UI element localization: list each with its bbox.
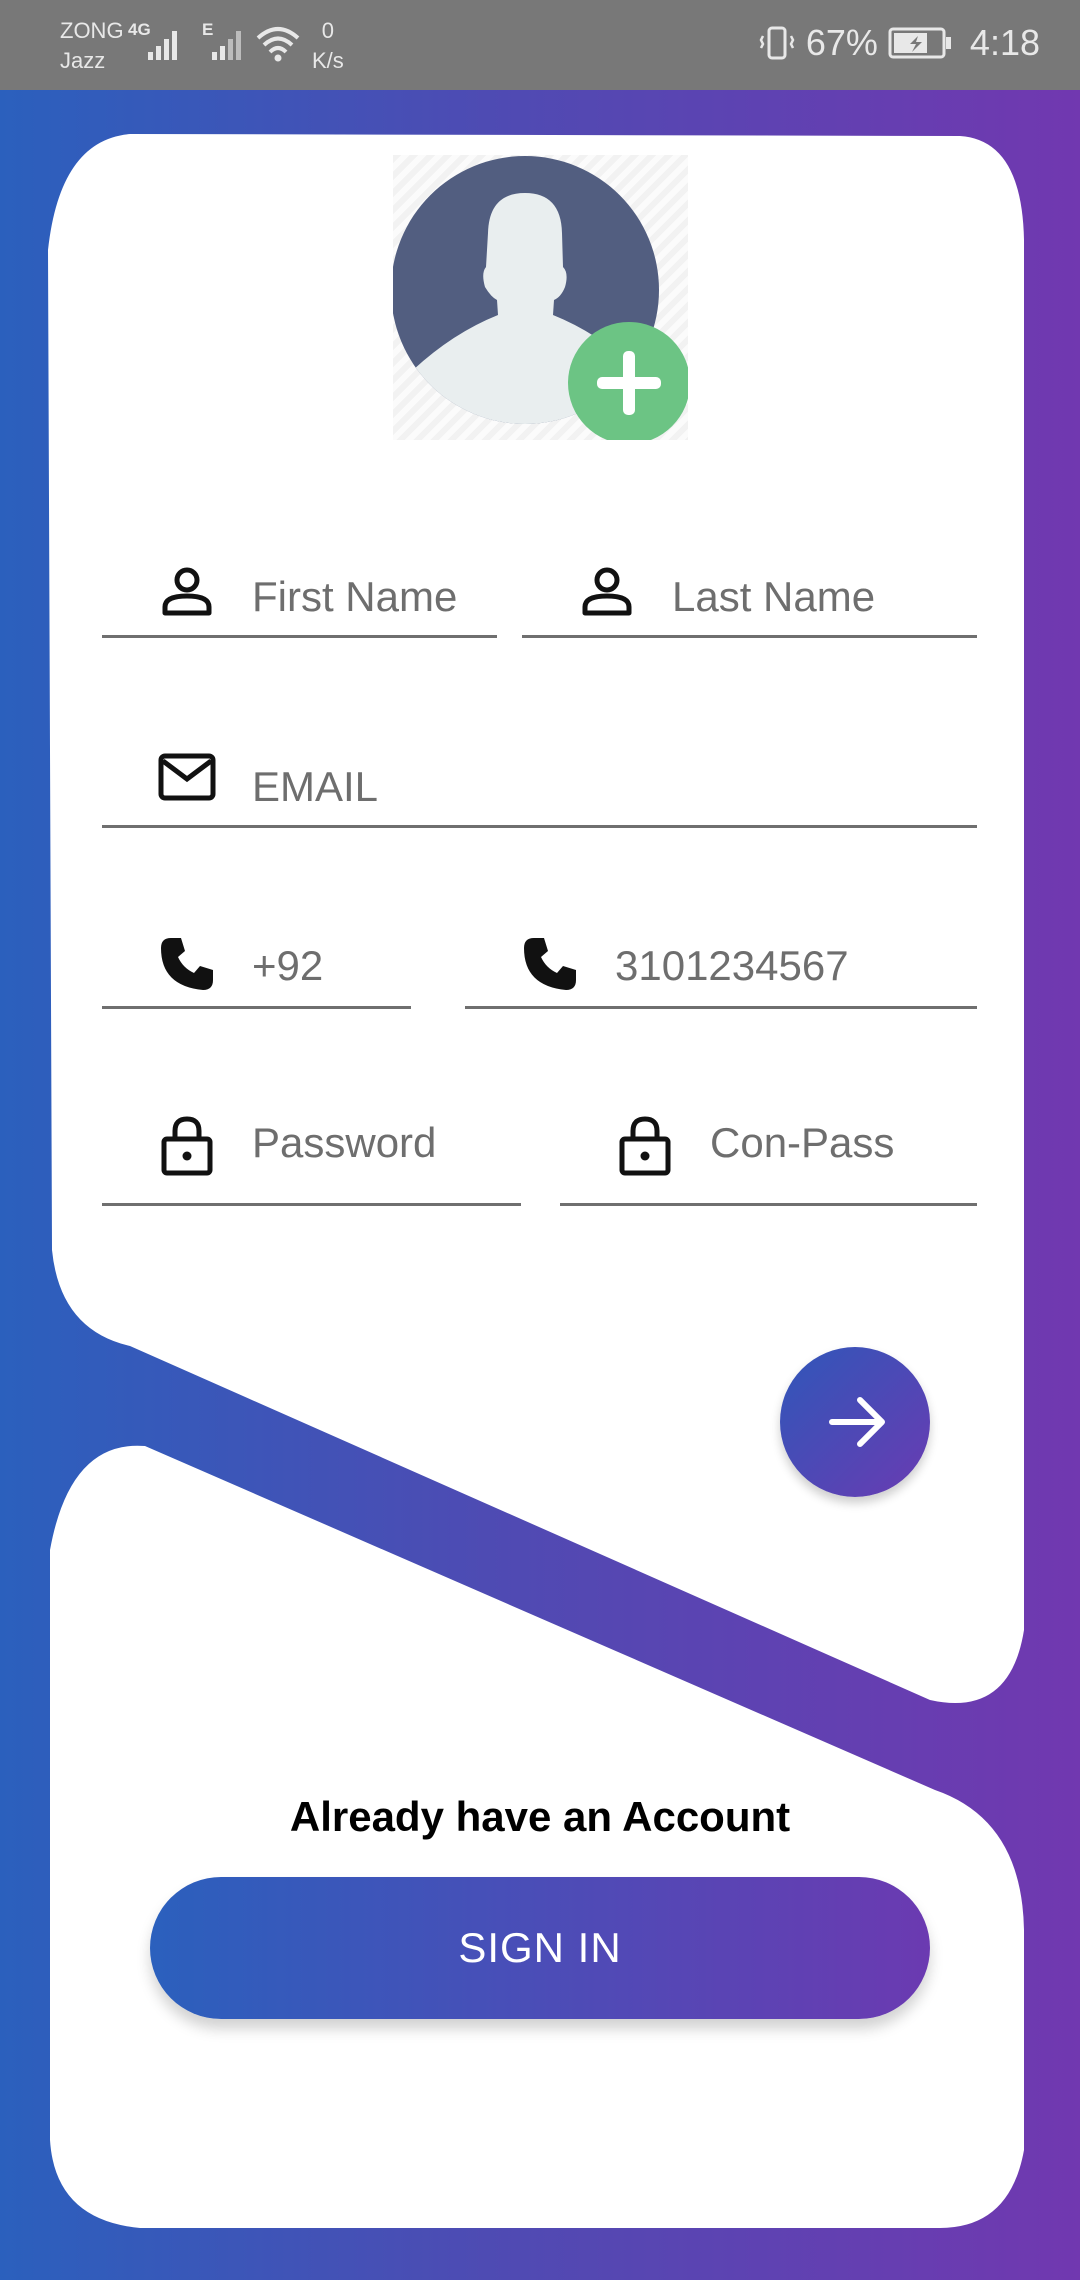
next-button[interactable]: [780, 1347, 930, 1497]
email-icon: [158, 753, 216, 801]
first-name-field[interactable]: First Name: [102, 525, 497, 638]
email-placeholder: EMAIL: [252, 763, 379, 810]
email-field[interactable]: EMAIL: [102, 717, 977, 828]
phone-number-input: 3101234567: [615, 942, 849, 989]
last-name-placeholder: Last Name: [672, 573, 876, 620]
arrow-right-icon: [829, 1397, 885, 1447]
profile-photo-picker[interactable]: [393, 155, 688, 440]
lock-icon: [161, 1116, 213, 1176]
password-field[interactable]: Password: [102, 1093, 521, 1206]
person-icon: [162, 567, 212, 616]
country-code-input: +92: [252, 942, 324, 989]
person-icon: [582, 567, 632, 616]
last-name-field[interactable]: Last Name: [522, 525, 977, 638]
confirm-password-field[interactable]: Con-Pass: [560, 1093, 977, 1206]
sign-in-button[interactable]: SIGN IN: [150, 1877, 930, 2019]
first-name-placeholder: First Name: [252, 573, 458, 620]
already-have-account-text: Already have an Account: [289, 1793, 791, 1840]
phone-icon: [524, 938, 576, 990]
lock-icon: [619, 1116, 671, 1176]
password-placeholder: Password: [252, 1119, 437, 1166]
phone-icon: [161, 938, 213, 990]
country-code-field[interactable]: +92: [102, 896, 411, 1009]
confirm-password-placeholder: Con-Pass: [710, 1119, 895, 1166]
phone-number-field[interactable]: 3101234567: [465, 896, 977, 1009]
